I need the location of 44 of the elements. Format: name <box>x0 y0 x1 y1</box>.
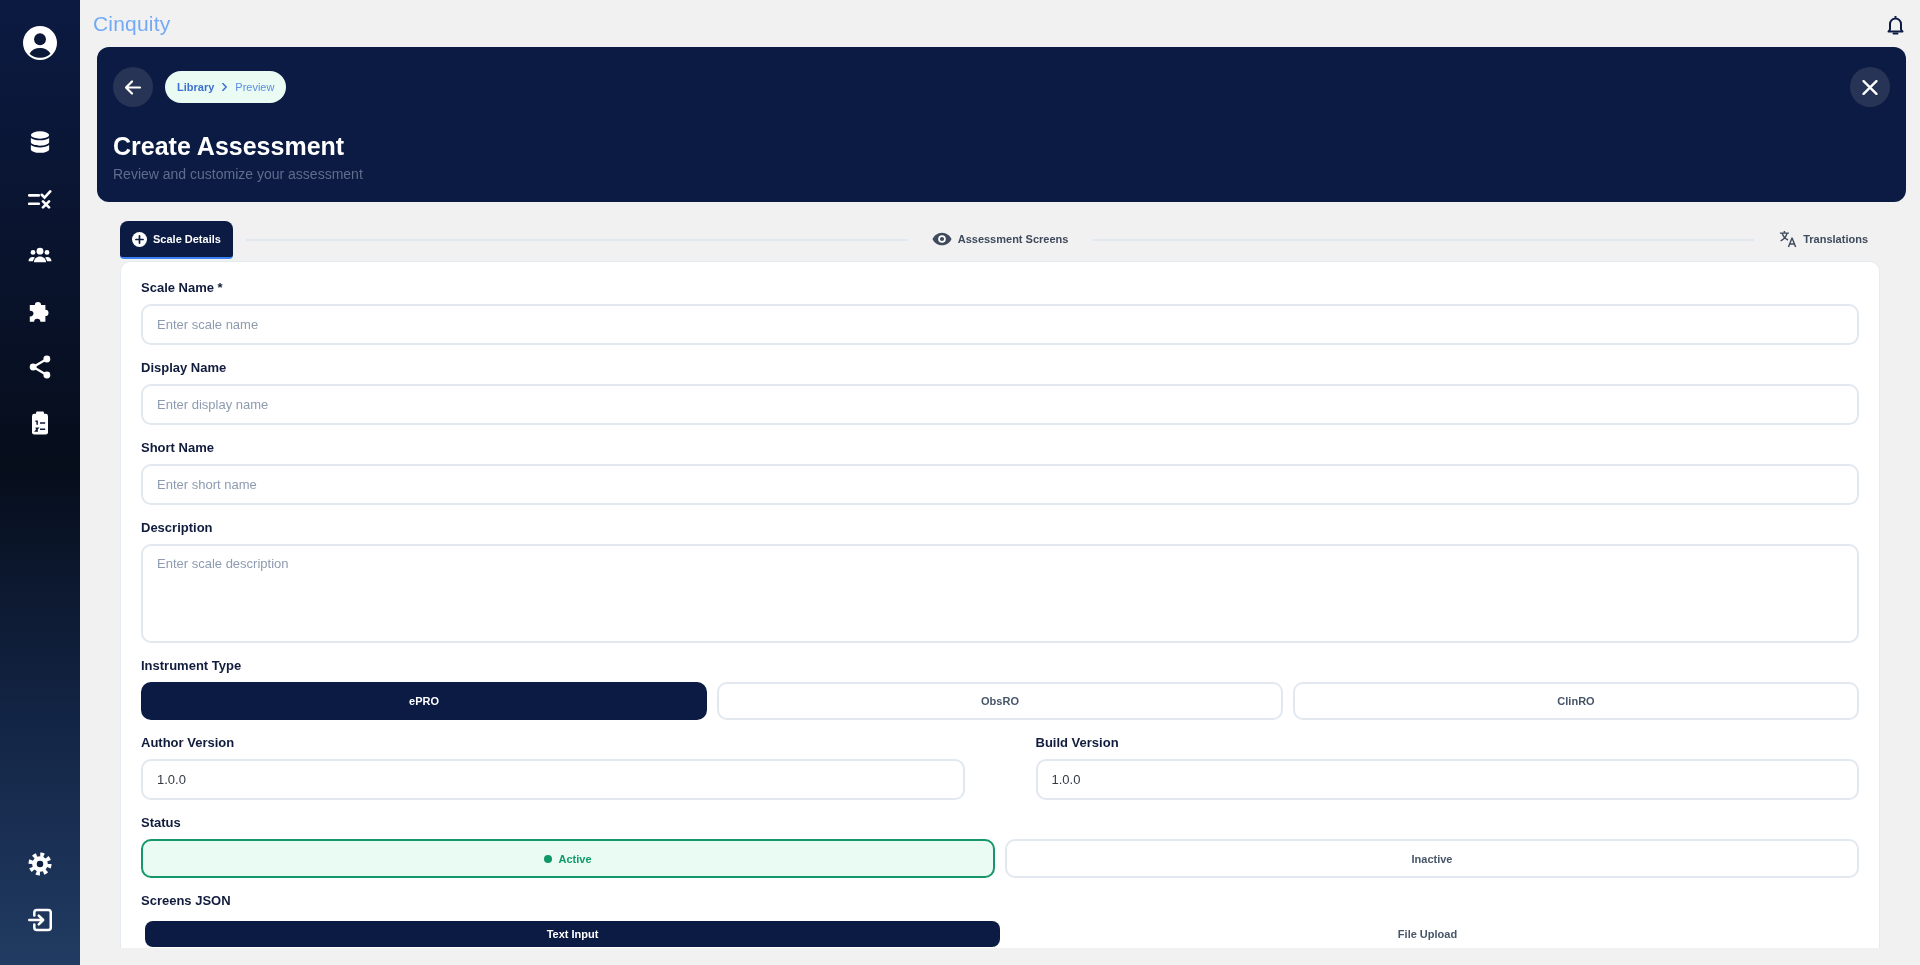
translate-icon <box>1779 230 1798 248</box>
arrow-left-icon <box>125 79 141 95</box>
instrument-type-option[interactable]: ePRO <box>141 682 707 720</box>
close-button[interactable] <box>1850 67 1890 107</box>
text-input[interactable]: Enter display name <box>141 384 1859 425</box>
chevron-right-icon <box>222 83 228 91</box>
version-input[interactable]: 1.0.0 <box>1035 759 1859 800</box>
back-button[interactable] <box>113 67 153 107</box>
step-tab[interactable]: Translations <box>1767 221 1880 259</box>
plus-circle-icon <box>132 231 147 247</box>
close-icon <box>1862 79 1878 95</box>
step-tab[interactable]: Scale Details <box>120 221 233 259</box>
text-input[interactable]: Enter scale name <box>141 304 1859 345</box>
instrument-type-option[interactable]: ClinRO <box>1293 682 1859 720</box>
page-subtitle: Review and customize your assessment <box>113 165 364 183</box>
checklist-icon[interactable] <box>28 187 52 211</box>
version-input[interactable]: 1.0.0 <box>141 759 965 800</box>
share-icon[interactable] <box>28 355 52 379</box>
eye-icon <box>931 232 952 246</box>
field-label: Status <box>141 815 182 831</box>
breadcrumb-current: Preview <box>235 81 275 93</box>
settings-icon[interactable] <box>28 852 52 876</box>
user-avatar-icon[interactable] <box>23 26 57 60</box>
field-label: Screens JSON <box>141 893 232 909</box>
field-label: Instrument Type <box>141 658 243 674</box>
arrow-in-box-icon[interactable] <box>28 908 52 932</box>
notification-bell-icon[interactable] <box>1887 14 1904 35</box>
step-tab[interactable]: Assessment Screens <box>919 221 1081 259</box>
field-label: Description <box>141 520 214 536</box>
database-icon[interactable] <box>28 131 52 155</box>
field-label: Author Version <box>141 735 236 751</box>
field-label: Display Name <box>141 360 228 376</box>
field-label: Short Name <box>141 440 215 456</box>
status-option[interactable]: Inactive <box>1005 839 1859 878</box>
page-title: Create Assessment <box>113 131 346 161</box>
breadcrumb-link[interactable]: Library <box>177 81 215 93</box>
text-input[interactable]: Enter short name <box>141 464 1859 505</box>
input-mode-tab[interactable]: File Upload <box>1000 921 1855 947</box>
instrument-type-option[interactable]: ObsRO <box>717 682 1283 720</box>
input-mode-tab[interactable]: Text Input <box>145 921 1000 947</box>
field-label: Build Version <box>1035 735 1120 751</box>
status-dot-icon <box>544 854 553 863</box>
field-label: Scale Name * <box>141 280 224 296</box>
description-textarea[interactable]: Enter scale description <box>141 544 1859 643</box>
